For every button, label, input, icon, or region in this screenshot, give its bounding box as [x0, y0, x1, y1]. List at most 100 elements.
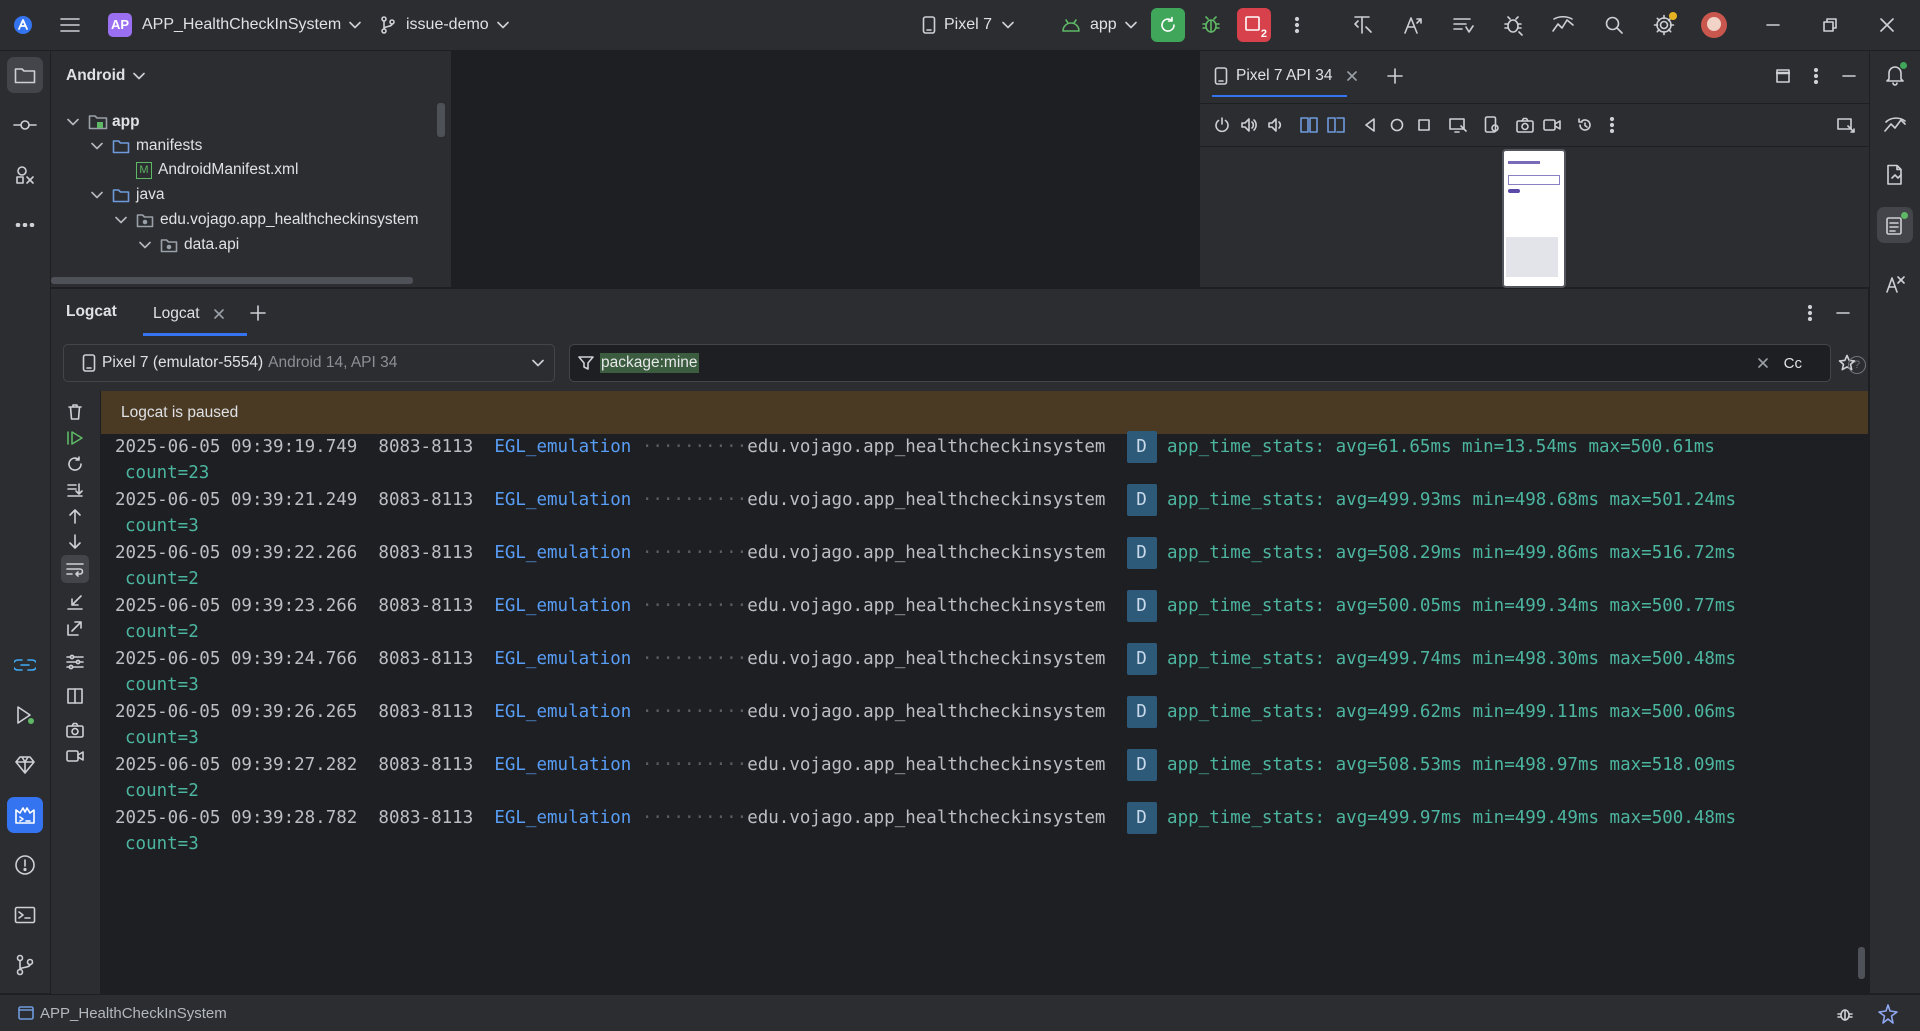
- next-occurrence-icon[interactable]: [62, 529, 88, 555]
- import-logcat-icon[interactable]: [62, 589, 88, 615]
- restart-logcat-icon[interactable]: [62, 451, 88, 477]
- close-tab-icon[interactable]: [213, 309, 224, 319]
- apply-changes-icon[interactable]: [1346, 8, 1380, 42]
- screen-record-icon[interactable]: [1540, 113, 1564, 137]
- panel-options-icon[interactable]: [1803, 63, 1829, 89]
- mirror-icon[interactable]: [1446, 113, 1470, 137]
- previous-occurrence-icon[interactable]: [62, 503, 88, 529]
- tree-item-data-api[interactable]: data.api: [138, 232, 239, 258]
- version-control-button[interactable]: [7, 947, 43, 983]
- window-restore-icon[interactable]: [1813, 12, 1847, 38]
- profiler-icon[interactable]: [1546, 8, 1580, 42]
- project-view-selector[interactable]: Android: [66, 63, 146, 89]
- background-tasks-icon[interactable]: [1834, 1003, 1856, 1025]
- log-entry[interactable]: 2025-06-05 09:39:27.282 8083-8113 EGL_em…: [115, 749, 1736, 781]
- tree-item-package[interactable]: edu.vojago.app_healthcheckinsystem: [114, 207, 419, 233]
- sync-project-icon[interactable]: [1446, 8, 1480, 42]
- rerun-button[interactable]: [1151, 8, 1185, 42]
- resource-manager-button[interactable]: [7, 157, 43, 193]
- running-devices-icon[interactable]: [1877, 207, 1913, 243]
- project-selector[interactable]: AP APP_HealthCheckInSystem: [108, 12, 362, 38]
- help-icon[interactable]: ?: [1848, 356, 1866, 374]
- add-device-tab-icon[interactable]: [1382, 63, 1408, 89]
- logcat-output[interactable]: Logcat is paused 2025-06-05 09:39:19.749…: [101, 391, 1868, 994]
- match-case-toggle[interactable]: Cc: [1784, 355, 1802, 372]
- notifications-icon[interactable]: [1877, 57, 1913, 93]
- power-icon[interactable]: [1210, 113, 1234, 137]
- clear-logcat-icon[interactable]: [62, 399, 88, 425]
- logcat-filter-input[interactable]: package:mine Cc: [569, 344, 1856, 382]
- project-horizontal-scrollbar[interactable]: [51, 277, 413, 284]
- run-tool-button[interactable]: [7, 697, 43, 733]
- problems-tool-button[interactable]: [7, 847, 43, 883]
- add-logcat-tab-icon[interactable]: [245, 300, 271, 326]
- overview-icon[interactable]: [1412, 113, 1436, 137]
- status-project-breadcrumb[interactable]: APP_HealthCheckInSystem: [18, 1003, 227, 1023]
- emulator-more-icon[interactable]: [1600, 113, 1624, 137]
- project-vertical-scrollbar[interactable]: [437, 103, 445, 137]
- run-config-selector[interactable]: app: [1060, 12, 1137, 38]
- debug-button[interactable]: [1194, 8, 1228, 42]
- main-menu-icon[interactable]: [56, 12, 84, 38]
- clear-filter-icon[interactable]: [1758, 358, 1768, 368]
- filter-icon[interactable]: [578, 355, 594, 371]
- log-entry[interactable]: 2025-06-05 09:39:21.249 8083-8113 EGL_em…: [115, 484, 1736, 516]
- screenshot-icon[interactable]: [62, 717, 88, 743]
- display-settings-icon[interactable]: [1834, 113, 1858, 137]
- logcat-format-icon[interactable]: [62, 649, 88, 675]
- window-close-icon[interactable]: [1870, 12, 1904, 38]
- apply-code-changes-icon[interactable]: [1396, 8, 1430, 42]
- search-icon[interactable]: [1597, 8, 1631, 42]
- home-icon[interactable]: [1385, 113, 1409, 137]
- stop-button[interactable]: 2: [1237, 8, 1271, 42]
- device-manager-icon[interactable]: [1877, 267, 1913, 303]
- tab-logcat[interactable]: Logcat: [153, 303, 224, 325]
- project-tool-button[interactable]: [7, 57, 43, 93]
- rotate-left-icon[interactable]: [1297, 113, 1321, 137]
- tree-item-manifests[interactable]: manifests: [90, 133, 202, 159]
- screenshot-icon[interactable]: [1513, 113, 1537, 137]
- volume-down-icon[interactable]: [1263, 113, 1287, 137]
- gemini-status-icon[interactable]: [1876, 1002, 1900, 1026]
- rotate-right-icon[interactable]: [1324, 113, 1348, 137]
- soft-wrap-icon[interactable]: [61, 555, 89, 583]
- more-actions-icon[interactable]: [1280, 8, 1314, 42]
- user-avatar[interactable]: [1697, 8, 1731, 42]
- device-file-explorer-icon[interactable]: [1877, 157, 1913, 193]
- tree-item-androidmanifest[interactable]: M AndroidManifest.xml: [136, 157, 298, 183]
- commit-tool-button[interactable]: [7, 107, 43, 143]
- logcat-options-icon[interactable]: [1797, 300, 1823, 326]
- log-entry[interactable]: 2025-06-05 09:39:24.766 8083-8113 EGL_em…: [115, 643, 1736, 675]
- screen-record-icon[interactable]: [62, 743, 88, 769]
- attach-debugger-icon[interactable]: [1496, 8, 1530, 42]
- split-panels-icon[interactable]: [62, 683, 88, 709]
- log-vertical-scrollbar[interactable]: [1858, 947, 1865, 979]
- vcs-branch-selector[interactable]: issue-demo: [380, 12, 509, 38]
- hide-panel-icon[interactable]: [1836, 63, 1862, 89]
- more-tool-windows-icon[interactable]: [7, 207, 43, 243]
- log-entry[interactable]: 2025-06-05 09:39:22.266 8083-8113 EGL_em…: [115, 537, 1736, 569]
- logcat-device-select[interactable]: Pixel 7 (emulator-5554) Android 14, API …: [63, 344, 555, 382]
- gemini-assistant-button[interactable]: [7, 647, 43, 683]
- gemini-icon[interactable]: [1877, 107, 1913, 143]
- app-quality-insights-button[interactable]: [7, 747, 43, 783]
- app-inspection-icon[interactable]: [1480, 113, 1504, 137]
- settings-gear-icon[interactable]: [1647, 8, 1681, 42]
- scroll-to-end-icon[interactable]: [62, 477, 88, 503]
- tree-item-app[interactable]: app: [66, 109, 140, 135]
- volume-up-icon[interactable]: [1237, 113, 1261, 137]
- log-entry[interactable]: 2025-06-05 09:39:19.749 8083-8113 EGL_em…: [115, 431, 1715, 463]
- back-icon[interactable]: [1358, 113, 1382, 137]
- snapshot-icon[interactable]: [1573, 113, 1597, 137]
- hide-logcat-icon[interactable]: [1830, 300, 1856, 326]
- log-entry[interactable]: 2025-06-05 09:39:28.782 8083-8113 EGL_em…: [115, 802, 1736, 834]
- emulator-screen[interactable]: [1502, 149, 1566, 288]
- android-studio-logo-icon[interactable]: [10, 12, 36, 38]
- tab-pixel7-api34[interactable]: Pixel 7 API 34: [1214, 63, 1357, 89]
- device-selector[interactable]: Pixel 7: [922, 12, 1014, 38]
- terminal-tool-button[interactable]: [7, 897, 43, 933]
- maximize-panel-icon[interactable]: [1770, 63, 1796, 89]
- close-tab-icon[interactable]: [1346, 71, 1357, 81]
- resume-logcat-icon[interactable]: [62, 425, 88, 451]
- tree-item-java[interactable]: java: [90, 182, 164, 208]
